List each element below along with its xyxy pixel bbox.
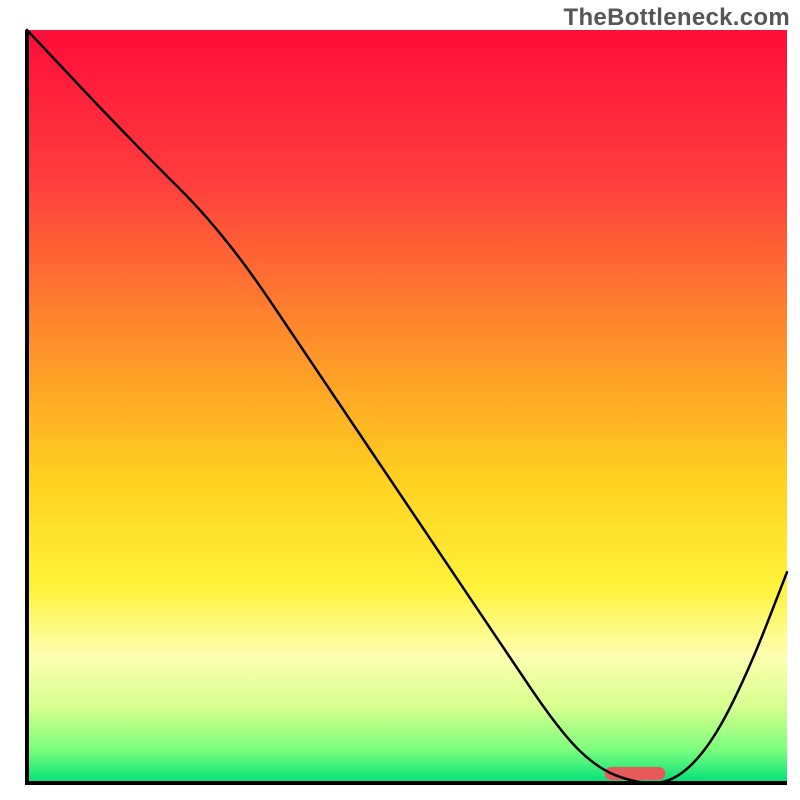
gradient-background [27, 30, 787, 783]
bottleneck-chart [0, 0, 800, 800]
chart-frame: TheBottleneck.com [0, 0, 800, 800]
